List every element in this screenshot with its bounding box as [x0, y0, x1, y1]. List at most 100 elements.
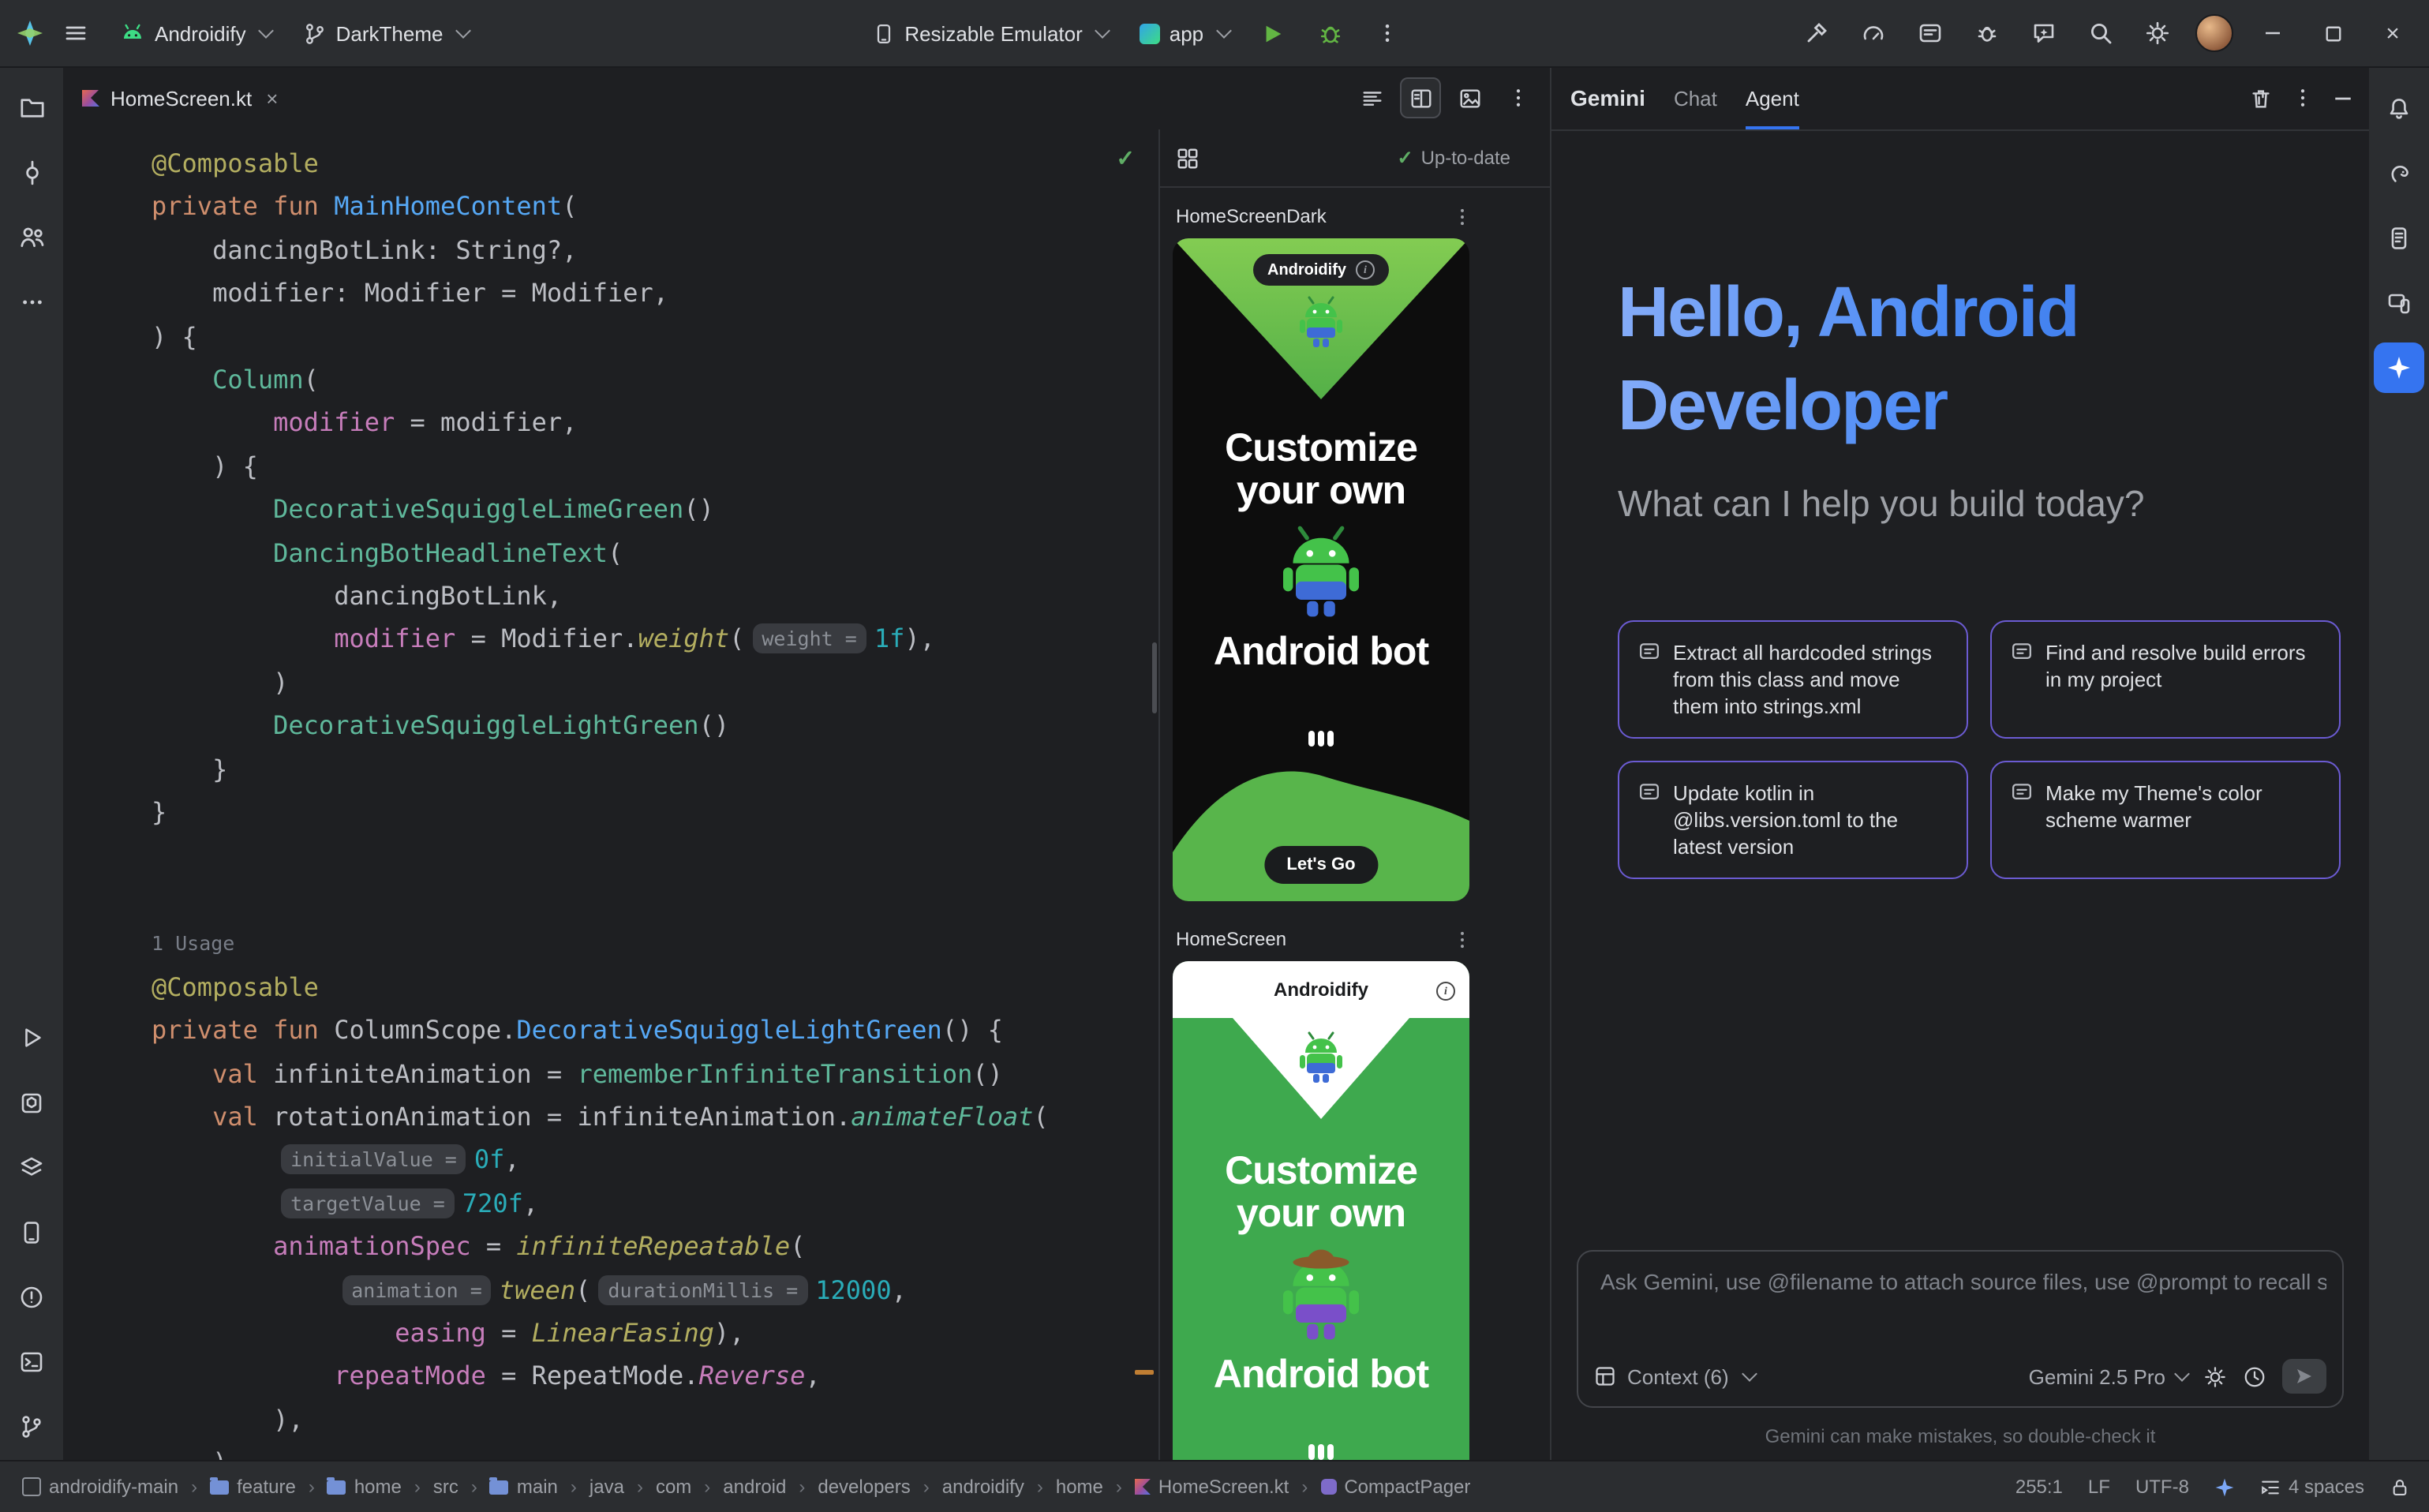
suggestion-card[interactable]: Extract all hardcoded strings from this … — [1618, 620, 1968, 739]
history-icon[interactable] — [2243, 1364, 2266, 1388]
device-manager-tool-icon[interactable] — [6, 1207, 57, 1257]
code-line: ) { — [152, 445, 1141, 488]
ai-spark-icon[interactable] — [2214, 1476, 2235, 1497]
context-selector[interactable]: Context (6) — [1627, 1364, 1729, 1388]
run-tool-icon[interactable] — [6, 1012, 57, 1063]
gemini-settings-icon[interactable] — [2203, 1364, 2227, 1388]
editor-tab-homescreen[interactable]: HomeScreen.kt × — [63, 66, 297, 129]
pull-requests-tool-icon[interactable] — [6, 212, 57, 263]
suggestion-card[interactable]: Find and resolve build errors in my proj… — [1990, 620, 2341, 739]
breadcrumb-item[interactable]: main — [487, 1473, 561, 1501]
breadcrumb-item[interactable]: androidify — [939, 1473, 1027, 1501]
preview-more-icon[interactable] — [1452, 206, 1473, 226]
info-icon[interactable]: i — [1356, 260, 1375, 279]
gradle-tool-icon[interactable] — [2374, 148, 2424, 198]
device-explorer-tool-icon[interactable] — [2374, 212, 2424, 263]
editor-scrollbar[interactable] — [1152, 642, 1157, 713]
gemini-content: Hello, Android Developer What can I help… — [1551, 129, 2369, 1461]
cursor-position[interactable]: 255:1 — [2015, 1476, 2063, 1498]
gallery-view-icon[interactable] — [1176, 146, 1200, 170]
gemini-tool-icon[interactable] — [2374, 342, 2424, 392]
headline-bottom: Android bot — [1203, 1354, 1439, 1397]
breadcrumb-item[interactable]: java — [586, 1473, 627, 1501]
profiler-icon[interactable] — [1848, 8, 1899, 58]
code-line: modifier: Modifier = Modifier, — [152, 271, 1141, 315]
search-everywhere-icon[interactable] — [2075, 8, 2126, 58]
logcat-icon[interactable] — [1905, 8, 1956, 58]
module-icon — [22, 1477, 41, 1496]
chevron-down-icon — [1095, 23, 1110, 39]
user-avatar[interactable] — [2189, 8, 2240, 58]
delete-conversation-icon[interactable] — [2249, 86, 2273, 110]
code-view-icon[interactable] — [1351, 77, 1392, 118]
breadcrumb-item[interactable]: androidify-main — [19, 1473, 182, 1501]
breadcrumb-item[interactable]: src — [430, 1473, 462, 1501]
suggestion-cards: Extract all hardcoded strings from this … — [1618, 620, 2341, 879]
tab-close-icon[interactable]: × — [266, 86, 278, 110]
app-quality-insights-icon[interactable] — [1962, 8, 2012, 58]
settings-icon[interactable] — [2132, 8, 2183, 58]
running-devices-tool-icon[interactable] — [2374, 277, 2424, 327]
file-encoding[interactable]: UTF-8 — [2135, 1476, 2189, 1498]
preview-phone-light[interactable]: Androidify i Customize your own Android … — [1173, 961, 1469, 1461]
run-configuration-selector[interactable]: app — [1127, 13, 1241, 53]
indent-widget[interactable]: 4 spaces — [2260, 1476, 2364, 1498]
tab-chat[interactable]: Chat — [1674, 66, 1717, 129]
gemini-more-icon[interactable] — [2292, 87, 2314, 109]
code-line: modifier = Modifier.weight(weight =1f), — [152, 618, 1141, 661]
project-tool-icon[interactable] — [6, 83, 57, 133]
hide-panel-icon[interactable] — [2333, 88, 2353, 108]
breadcrumb-item[interactable]: home — [1053, 1473, 1106, 1501]
app-module-icon — [1140, 23, 1160, 43]
notifications-icon[interactable] — [2374, 83, 2424, 133]
build-variants-tool-icon[interactable] — [6, 1142, 57, 1192]
preview-more-icon[interactable] — [1452, 929, 1473, 949]
code-editor[interactable]: @Composableprivate fun MainHomeContent( … — [63, 129, 1160, 1461]
breadcrumb-item[interactable]: feature — [207, 1473, 299, 1501]
build-icon[interactable] — [1791, 8, 1842, 58]
send-button[interactable] — [2282, 1359, 2326, 1394]
more-tool-windows-icon[interactable] — [6, 277, 57, 327]
breadcrumb-item[interactable]: com — [653, 1473, 694, 1501]
inspection-ok-icon[interactable]: ✓ — [1117, 145, 1135, 172]
breadcrumb-separator: › — [471, 1476, 477, 1498]
problems-tool-icon[interactable] — [6, 1271, 57, 1322]
more-actions-icon[interactable] — [1361, 8, 1412, 58]
main-menu-icon[interactable] — [51, 8, 101, 58]
project-selector[interactable]: Androidify — [107, 13, 284, 54]
breadcrumb-item[interactable]: android — [720, 1473, 789, 1501]
lets-go-button[interactable]: Let's Go — [1264, 846, 1377, 884]
breadcrumb-item[interactable]: developers — [814, 1473, 913, 1501]
status-bar: androidify-main›feature›home›src›main›ja… — [0, 1460, 2429, 1512]
version-control-tool-icon[interactable] — [6, 1401, 57, 1451]
suggestion-card[interactable]: Make my Theme's color scheme warmer — [1990, 761, 2341, 879]
design-view-icon[interactable] — [1449, 77, 1490, 118]
run-button[interactable] — [1248, 8, 1298, 58]
maximize-button[interactable] — [2306, 2, 2360, 65]
ai-chat-icon[interactable] — [2019, 8, 2069, 58]
suggestion-card[interactable]: Update kotlin in @libs.version.toml to t… — [1618, 761, 1968, 879]
breadcrumb-item[interactable]: CompactPager — [1317, 1473, 1473, 1501]
breadcrumb-item[interactable]: HomeScreen.kt — [1132, 1473, 1292, 1501]
tab-more-icon[interactable] — [1498, 77, 1539, 118]
device-selector[interactable]: Resizable Emulator — [860, 13, 1120, 53]
model-selector[interactable]: Gemini 2.5 Pro — [2029, 1364, 2188, 1388]
chevron-down-icon — [1742, 1366, 1758, 1382]
line-separator[interactable]: LF — [2088, 1476, 2110, 1498]
terminal-tool-icon[interactable] — [6, 1336, 57, 1387]
readonly-lock-icon[interactable] — [2390, 1476, 2410, 1497]
minimize-button[interactable] — [2246, 2, 2300, 65]
split-view-icon[interactable] — [1400, 77, 1441, 118]
gemini-prompt-input[interactable] — [1597, 1267, 2330, 1296]
breadcrumb-item[interactable]: home — [324, 1473, 405, 1501]
commit-tool-icon[interactable] — [6, 148, 57, 198]
preview-toolbar: ✓ Up-to-date — [1160, 129, 1551, 188]
tab-agent[interactable]: Agent — [1746, 66, 1799, 129]
preview-phone-dark[interactable]: Androidify i Customize your own Android … — [1173, 238, 1469, 901]
services-tool-icon[interactable] — [6, 1077, 57, 1128]
close-button[interactable]: × — [2366, 2, 2420, 65]
info-icon[interactable]: i — [1436, 982, 1455, 1001]
vcs-branch-selector[interactable]: DarkTheme — [290, 13, 481, 53]
debug-button[interactable] — [1304, 8, 1355, 58]
android-head-icon — [120, 21, 145, 46]
